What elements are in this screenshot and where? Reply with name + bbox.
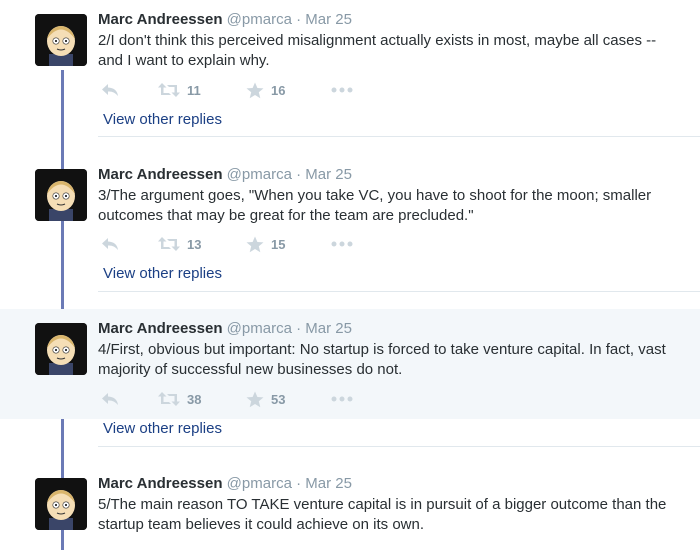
favorite-count: 53	[271, 391, 286, 407]
retweet-icon	[158, 392, 180, 406]
more-icon	[331, 241, 353, 247]
author-name[interactable]: Marc Andreessen	[98, 475, 223, 492]
retweet-icon	[158, 83, 180, 97]
divider	[98, 136, 700, 137]
tweet-actions: 11 16	[100, 80, 400, 100]
favorite-count: 16	[271, 82, 286, 98]
more-icon	[331, 87, 353, 93]
view-other-replies[interactable]: View other replies	[0, 105, 700, 135]
author-handle[interactable]: @pmarca	[227, 166, 292, 183]
view-other-replies[interactable]: View other replies	[0, 259, 700, 289]
tweet-date[interactable]: Mar 25	[305, 320, 352, 337]
tweet-header: Marc Andreessen @pmarca · Mar 25	[98, 320, 352, 337]
avatar[interactable]	[35, 169, 87, 221]
star-icon	[246, 82, 264, 98]
tweet-date[interactable]: Mar 25	[305, 11, 352, 28]
tweet-header: Marc Andreessen @pmarca · Mar 25	[98, 166, 352, 183]
more-icon	[331, 396, 353, 402]
tweet-actions: 13 15	[100, 234, 400, 254]
tweet-date[interactable]: Mar 25	[305, 475, 352, 492]
tweet-header: Marc Andreessen @pmarca · Mar 25	[98, 475, 352, 492]
divider	[98, 446, 700, 447]
view-other-replies-link[interactable]: View other replies	[103, 265, 222, 282]
author-handle[interactable]: @pmarca	[227, 11, 292, 28]
author-handle[interactable]: @pmarca	[227, 320, 292, 337]
retweet-icon	[158, 237, 180, 251]
retweet-count: 13	[187, 236, 202, 252]
favorite-button[interactable]: 53	[246, 389, 285, 409]
more-options-button[interactable]	[331, 234, 353, 254]
reply-button[interactable]	[100, 80, 120, 100]
reply-button[interactable]	[100, 389, 120, 409]
retweet-button[interactable]: 13	[158, 234, 201, 254]
header-separator: ·	[296, 166, 302, 183]
tweet-4[interactable]: Marc Andreessen @pmarca · Mar 25 4/First…	[0, 309, 700, 419]
tweet-text: 4/First, obvious but important: No start…	[98, 341, 666, 378]
avatar[interactable]	[35, 14, 87, 66]
tweet-3[interactable]: Marc Andreessen @pmarca · Mar 25 3/The a…	[0, 155, 700, 259]
tweet-text: 2/I don't think this perceived misalignm…	[98, 32, 657, 69]
favorite-button[interactable]: 16	[246, 80, 285, 100]
reply-icon	[102, 84, 118, 96]
view-other-replies-link[interactable]: View other replies	[103, 420, 222, 437]
tweet-actions: 38 53	[100, 389, 400, 409]
star-icon	[246, 391, 264, 407]
tweet-header: Marc Andreessen @pmarca · Mar 25	[98, 11, 352, 28]
retweet-button[interactable]: 38	[158, 389, 201, 409]
avatar[interactable]	[35, 323, 87, 375]
avatar[interactable]	[35, 478, 87, 530]
header-separator: ·	[296, 320, 302, 337]
retweet-count: 11	[187, 82, 201, 98]
retweet-button[interactable]: 11	[158, 80, 201, 100]
reply-icon	[102, 393, 118, 405]
more-options-button[interactable]	[331, 80, 353, 100]
tweet-5[interactable]: Marc Andreessen @pmarca · Mar 25 5/The m…	[0, 464, 700, 541]
author-handle[interactable]: @pmarca	[227, 475, 292, 492]
divider	[98, 291, 700, 292]
retweet-count: 38	[187, 391, 202, 407]
favorite-count: 15	[271, 236, 286, 252]
tweet-2[interactable]: Marc Andreessen @pmarca · Mar 25 2/I don…	[0, 0, 700, 104]
more-options-button[interactable]	[331, 389, 353, 409]
header-separator: ·	[296, 475, 302, 492]
author-name[interactable]: Marc Andreessen	[98, 166, 223, 183]
view-other-replies-link[interactable]: View other replies	[103, 111, 222, 128]
favorite-button[interactable]: 15	[246, 234, 285, 254]
reply-button[interactable]	[100, 234, 120, 254]
tweet-text: 5/The main reason TO TAKE venture capita…	[98, 496, 667, 533]
reply-icon	[102, 238, 118, 250]
author-name[interactable]: Marc Andreessen	[98, 11, 223, 28]
author-name[interactable]: Marc Andreessen	[98, 320, 223, 337]
tweet-text: 3/The argument goes, "When you take VC, …	[98, 187, 652, 224]
star-icon	[246, 236, 264, 252]
view-other-replies[interactable]: View other replies	[0, 414, 700, 444]
header-separator: ·	[296, 11, 302, 28]
tweet-date[interactable]: Mar 25	[305, 166, 352, 183]
